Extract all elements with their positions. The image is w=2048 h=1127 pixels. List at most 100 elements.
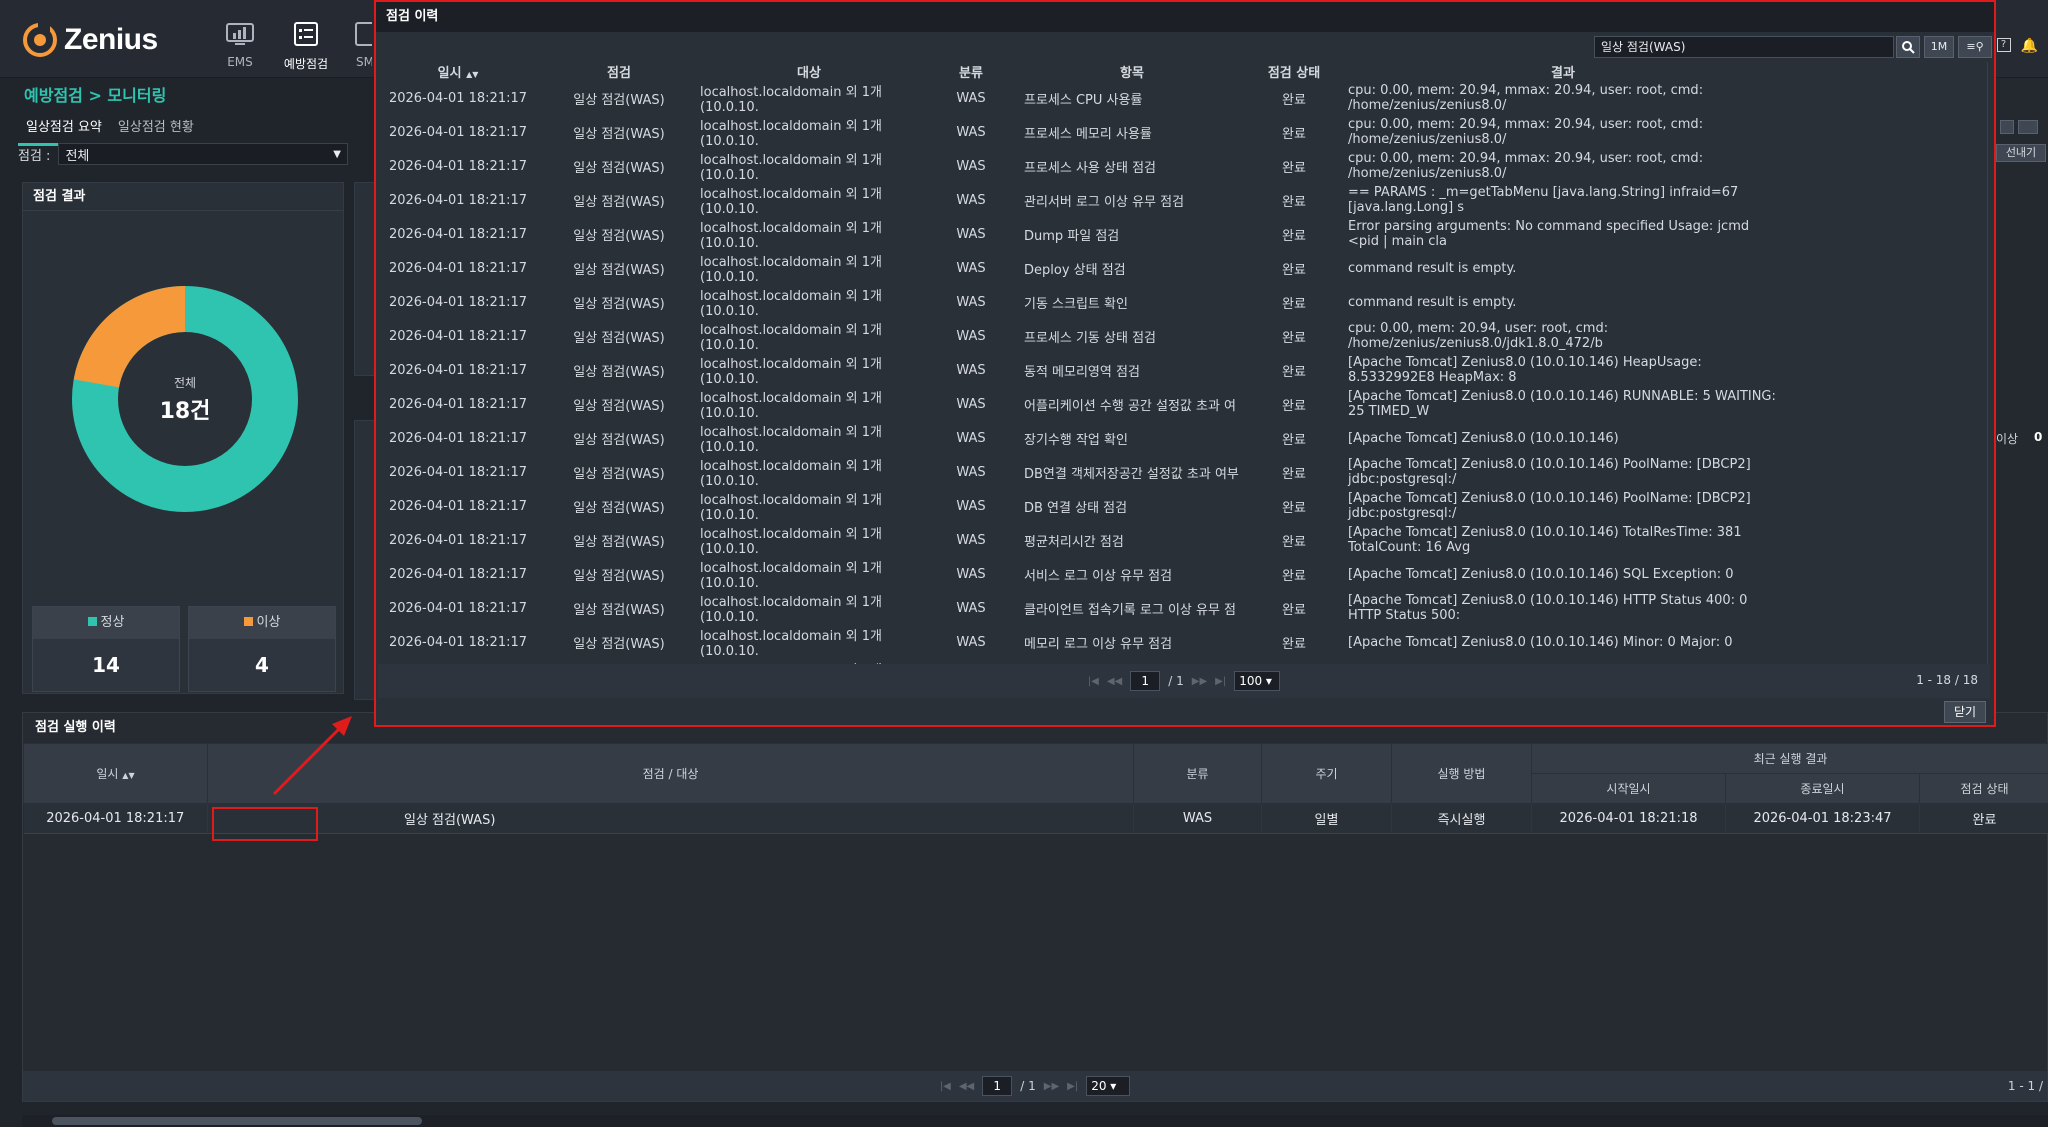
col-end[interactable]: 종료일시	[1725, 773, 1920, 804]
horizontal-scrollbar[interactable]	[22, 1115, 2048, 1127]
modal-col-datetime[interactable]: 일시 ▲▼	[378, 62, 538, 81]
tab-daily-status[interactable]: 일상점검 현황	[110, 112, 202, 146]
table-row[interactable]: 2026-04-01 18:21:17 일상 점검(WAS) localhost.l…	[378, 387, 1778, 421]
modal-page-size[interactable]: 100 ▾	[1234, 671, 1281, 691]
table-row[interactable]: 2026-04-01 18:21:17 일상 점검(WAS) localhost.l…	[378, 625, 1778, 659]
tab-daily-summary[interactable]: 일상점검 요약	[18, 112, 110, 146]
close-button[interactable]: 닫기	[1944, 701, 1986, 723]
table-row[interactable]: 2026-04-01 18:21:17 일상 점검(WAS) localhost.l…	[378, 319, 1778, 353]
right-strip: 선내기 이상 0	[1996, 78, 2048, 712]
stat-abnormal[interactable]: 이상 4	[188, 606, 336, 692]
table-row[interactable]: 2026-04-01 18:21:17 일상 점검(WAS) localhost.l…	[378, 557, 1778, 591]
cell-check: 일상 점검(WAS)	[573, 92, 665, 108]
table-row[interactable]: 2026-04-01 18:21:17 일상 점검(WAS) localhost.l…	[378, 251, 1778, 285]
pause-icon[interactable]	[2000, 120, 2014, 134]
filter-select[interactable]: 전체 ▼	[58, 143, 348, 165]
search-icon	[1902, 41, 1915, 54]
table-row[interactable]: 2026-04-01 18:21:17 일상 점검(WAS) localhost.l…	[378, 183, 1778, 217]
logo[interactable]: Zenius	[22, 22, 158, 58]
nav-preventive-check[interactable]: 예방점검	[276, 22, 336, 72]
col-status[interactable]: 점검 상태	[1918, 773, 2048, 804]
first-page-icon[interactable]: |◀	[940, 1081, 951, 1092]
table-row[interactable]: 2026-04-01 18:21:17 일상 점검(WAS) localhost.l…	[378, 523, 1778, 557]
prev-page-icon[interactable]: ◀◀	[1107, 676, 1122, 687]
modal-search-input[interactable]: 일상 점검(WAS)	[1594, 36, 1894, 58]
cell-datetime: 2026-04-01 18:21:17	[388, 362, 528, 378]
modal-table-body: 2026-04-01 18:21:17 일상 점검(WAS) localhost.l…	[378, 81, 1778, 664]
table-row[interactable]: 2026-04-01 18:21:17 일상 점검(WAS) localhost.l…	[378, 455, 1778, 489]
modal-col-category[interactable]: 분류	[918, 62, 1024, 81]
range-button[interactable]: 1M	[1924, 36, 1954, 58]
nav-sm[interactable]: SM	[342, 22, 372, 69]
table-row[interactable]: 2026-04-01 18:21:17 일상 점검(WAS) localhost.l…	[378, 421, 1778, 455]
cell-target[interactable]: 일상 점검(WAS)	[207, 803, 1134, 834]
col-method[interactable]: 실행 방법	[1391, 743, 1532, 804]
cell-method: 즉시실행	[1391, 803, 1532, 834]
col-start[interactable]: 시작일시	[1531, 773, 1726, 804]
cell-item: 관리서버 로그 이상 유무 점검	[1024, 194, 1185, 210]
scrollbar-thumb[interactable]	[52, 1117, 422, 1125]
last-page-icon[interactable]: ▶|	[1067, 1081, 1078, 1092]
modal-col-result[interactable]: 결과	[1348, 62, 1778, 81]
next-page-icon[interactable]: ▶▶	[1192, 676, 1207, 687]
first-page-icon[interactable]: |◀	[1088, 676, 1099, 687]
cell-status: 완료	[1282, 262, 1306, 278]
table-row[interactable]: 2026-04-01 18:21:17 일상 점검(WAS) localhost.l…	[378, 353, 1778, 387]
cell-item: Dump 파일 점검	[1024, 228, 1120, 244]
refresh-icon[interactable]	[2018, 120, 2038, 134]
strip-button[interactable]: 선내기	[1996, 144, 2046, 162]
cell-datetime: 2026-04-01 18:21:17	[23, 803, 208, 834]
cell-target: localhost.localdomain 외 1개 (10.0.10.	[700, 357, 882, 387]
cell-status: 완료	[1282, 568, 1306, 584]
cell-target: localhost.localdomain 외 1개 (10.0.10.	[700, 255, 882, 285]
modal-title: 점검 이력	[376, 2, 1994, 32]
col-period[interactable]: 주기	[1261, 743, 1392, 804]
modal-col-check[interactable]: 점검	[538, 62, 700, 81]
modal-page-input[interactable]: 1	[1130, 671, 1161, 691]
cell-item: 클라이언트 접속기록 로그 이상 유무 점	[1024, 602, 1237, 618]
donut-total-value: 18건	[159, 398, 211, 424]
last-page-icon[interactable]: ▶|	[1215, 676, 1226, 687]
bell-icon[interactable]: 🔔	[2021, 38, 2038, 54]
table-row[interactable]: 2026-04-01 18:21:17 일상 점검(WAS) localhost.l…	[378, 81, 1778, 115]
cell-datetime: 2026-04-01 18:21:17	[388, 634, 528, 650]
col-category[interactable]: 분류	[1133, 743, 1262, 804]
cell-target: localhost.localdomain 외 1개 (10.0.10.	[700, 119, 882, 149]
cell-datetime: 2026-04-01 18:21:17	[388, 498, 528, 514]
cell-check: 일상 점검(WAS)	[573, 126, 665, 142]
table-row[interactable]: 2026-04-01 18:21:17 일상 점검(WAS) localhost.l…	[378, 149, 1778, 183]
table-row[interactable]: 2026-04-01 18:21:17 일상 점검(WAS) WAS 일별 즉시…	[23, 803, 2048, 834]
check-history-modal: 점검 이력 일상 점검(WAS) 1M ≡⚲ 일시 ▲▼ 점검 대상 분류 항목…	[374, 0, 1996, 727]
table-row[interactable]: 2026-04-01 18:21:17 일상 점검(WAS) localhost.l…	[378, 285, 1778, 319]
search-button[interactable]	[1896, 36, 1920, 58]
cell-result: [Apache Tomcat] Zenius8.0 (10.0.10.146) …	[1348, 457, 1751, 487]
cell-category: WAS	[956, 328, 986, 344]
cell-item: 기동 스크립트 확인	[1024, 296, 1128, 312]
modal-col-target[interactable]: 대상	[700, 62, 918, 81]
cell-result: command result is empty.	[1348, 294, 1517, 310]
zenius-logo-icon	[23, 22, 57, 57]
help-icon[interactable]: ?	[1996, 38, 2011, 52]
table-row[interactable]: 2026-04-01 18:21:17 일상 점검(WAS) localhost.l…	[378, 217, 1778, 251]
col-datetime[interactable]: 일시 ▲▼	[23, 743, 208, 804]
modal-col-status[interactable]: 점검 상태	[1240, 62, 1348, 81]
nav-ems[interactable]: EMS	[210, 22, 270, 69]
cell-datetime: 2026-04-01 18:21:17	[388, 260, 528, 276]
next-page-icon[interactable]: ▶▶	[1044, 1081, 1059, 1092]
table-row[interactable]: 2026-04-01 18:21:17 일상 점검(WAS) localhost.l…	[378, 115, 1778, 149]
cell-status: 완료	[1282, 160, 1306, 176]
cell-item: 장기수행 작업 확인	[1024, 432, 1128, 448]
cell-check: 일상 점검(WAS)	[573, 160, 665, 176]
table-row[interactable]: 2026-04-01 18:21:17 일상 점검(WAS) localhost.l…	[378, 591, 1778, 625]
table-row[interactable]: 2026-04-01 18:21:17 일상 점검(WAS) localhost.l…	[378, 489, 1778, 523]
cell-datetime: 2026-04-01 18:21:17	[388, 124, 528, 140]
history-page-size[interactable]: 20 ▾	[1086, 1076, 1131, 1096]
stat-normal[interactable]: 정상 14	[32, 606, 180, 692]
modal-col-item[interactable]: 항목	[1024, 62, 1240, 81]
cell-status: 완료	[1282, 296, 1306, 312]
prev-page-icon[interactable]: ◀◀	[959, 1081, 974, 1092]
advanced-search-icon[interactable]: ≡⚲	[1958, 36, 1992, 58]
history-page-input[interactable]: 1	[982, 1076, 1013, 1096]
donut-chart: 전체 18건	[70, 284, 300, 514]
filter-value: 전체	[65, 148, 90, 164]
